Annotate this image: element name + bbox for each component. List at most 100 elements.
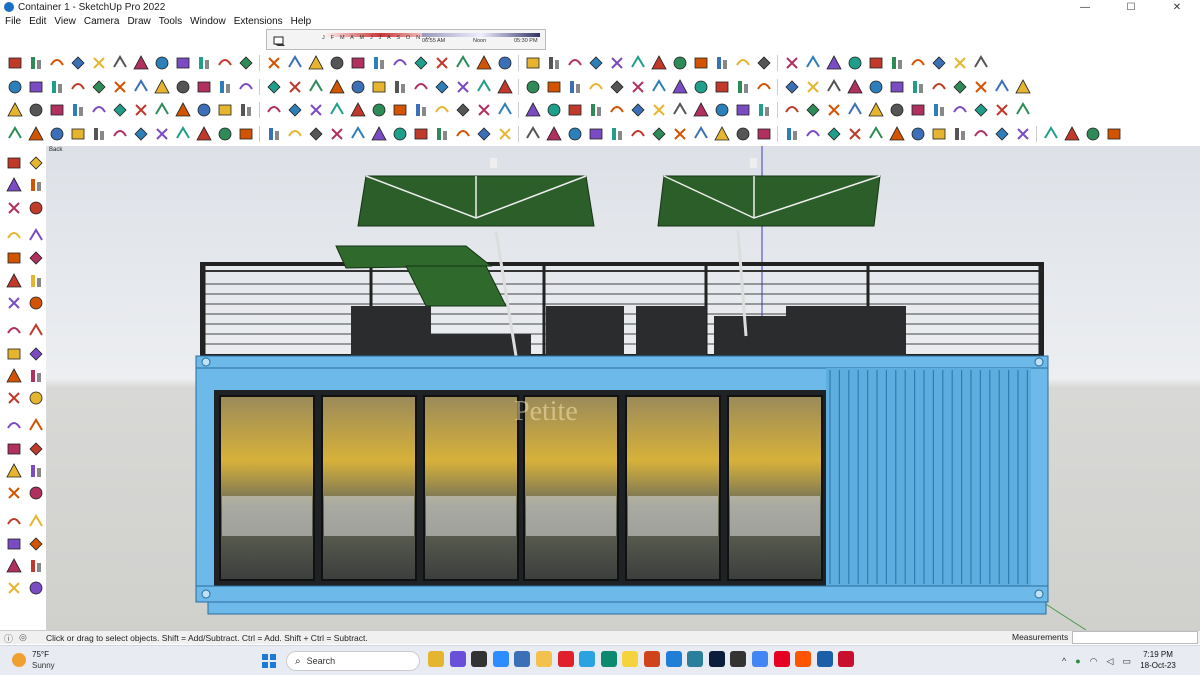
line-icon[interactable]: [524, 125, 542, 143]
line-icon[interactable]: [111, 54, 129, 72]
arc-icon[interactable]: [265, 101, 283, 119]
diamond-icon[interactable]: [972, 101, 990, 119]
cone-icon[interactable]: [132, 54, 150, 72]
arc-icon[interactable]: [216, 54, 234, 72]
line-icon[interactable]: [671, 101, 689, 119]
diamond-icon[interactable]: [265, 78, 283, 96]
diamond-icon[interactable]: [412, 54, 430, 72]
cone-icon[interactable]: [349, 101, 367, 119]
cross-icon[interactable]: [804, 78, 822, 96]
cross-icon[interactable]: [951, 54, 969, 72]
cross-icon[interactable]: [993, 101, 1011, 119]
speaker-icon[interactable]: ◁: [1107, 656, 1114, 667]
arc-icon[interactable]: [909, 54, 927, 72]
cone-icon[interactable]: [195, 125, 213, 143]
sphere-icon[interactable]: [174, 78, 192, 96]
zoom-icon[interactable]: [492, 651, 509, 667]
line-icon[interactable]: [846, 101, 864, 119]
line-icon[interactable]: [804, 54, 822, 72]
diamond-icon[interactable]: [69, 54, 87, 72]
text-icon[interactable]: [27, 417, 45, 435]
circle-icon[interactable]: [5, 272, 23, 290]
cross-icon[interactable]: [328, 125, 346, 143]
bars-icon[interactable]: [237, 101, 255, 119]
bars-icon[interactable]: [433, 125, 451, 143]
diamond-icon[interactable]: [783, 78, 801, 96]
sphere-icon[interactable]: [496, 54, 514, 72]
cube-icon[interactable]: [48, 101, 66, 119]
menu-tools[interactable]: Tools: [159, 16, 182, 27]
cross-icon[interactable]: [153, 125, 171, 143]
cone-icon[interactable]: [1063, 125, 1081, 143]
arc-icon[interactable]: [930, 78, 948, 96]
cube-icon[interactable]: [888, 78, 906, 96]
bars-icon[interactable]: [888, 54, 906, 72]
cone-icon[interactable]: [692, 101, 710, 119]
move-icon[interactable]: [5, 345, 23, 363]
cube-icon[interactable]: [349, 54, 367, 72]
cross-icon[interactable]: [825, 101, 843, 119]
component-icon[interactable]: [5, 199, 23, 217]
cube-icon[interactable]: [6, 54, 24, 72]
line-icon[interactable]: [6, 125, 24, 143]
sphere-icon[interactable]: [153, 54, 171, 72]
arc-icon[interactable]: [608, 101, 626, 119]
scale-icon[interactable]: [5, 389, 23, 407]
arc-icon[interactable]: [48, 54, 66, 72]
sphere-icon[interactable]: [328, 54, 346, 72]
diamond-icon[interactable]: [433, 78, 451, 96]
diamond-icon[interactable]: [825, 125, 843, 143]
position-camera-icon[interactable]: [27, 513, 45, 531]
cube-icon[interactable]: [755, 125, 773, 143]
bars-icon[interactable]: [265, 125, 283, 143]
sphere-icon[interactable]: [909, 125, 927, 143]
sketch-app-icon[interactable]: [600, 651, 617, 667]
cross-icon[interactable]: [1014, 125, 1032, 143]
time-slider[interactable]: [422, 33, 540, 37]
bars-icon[interactable]: [48, 78, 66, 96]
diamond-icon[interactable]: [454, 101, 472, 119]
wifi-icon[interactable]: ◠: [1090, 656, 1098, 667]
model-viewport[interactable]: Back Petite: [46, 146, 1200, 630]
cone-icon[interactable]: [671, 78, 689, 96]
arc-icon[interactable]: [755, 78, 773, 96]
menu-file[interactable]: File: [5, 16, 21, 27]
sphere-icon[interactable]: [6, 78, 24, 96]
cross-icon[interactable]: [783, 54, 801, 72]
arc-icon[interactable]: [804, 125, 822, 143]
sketchup-icon[interactable]: [816, 651, 833, 667]
arc-icon[interactable]: [286, 125, 304, 143]
cone-icon[interactable]: [475, 54, 493, 72]
arc-icon[interactable]: [951, 101, 969, 119]
cone-icon[interactable]: [153, 78, 171, 96]
cube-icon[interactable]: [545, 78, 563, 96]
cone-icon[interactable]: [6, 101, 24, 119]
telegram-icon[interactable]: [579, 651, 596, 667]
cone-icon[interactable]: [846, 78, 864, 96]
sphere-icon[interactable]: [1084, 125, 1102, 143]
bars-icon[interactable]: [755, 101, 773, 119]
cross-icon[interactable]: [629, 78, 647, 96]
vectorworks-icon[interactable]: [730, 651, 747, 667]
cube-icon[interactable]: [566, 101, 584, 119]
diamond-icon[interactable]: [804, 101, 822, 119]
arc-icon[interactable]: [566, 54, 584, 72]
folder-icon[interactable]: [535, 651, 552, 667]
arc-icon[interactable]: [783, 101, 801, 119]
pan-icon[interactable]: [27, 557, 45, 575]
bars-icon[interactable]: [545, 54, 563, 72]
freehand-icon[interactable]: [27, 227, 45, 245]
flip-icon[interactable]: [27, 389, 45, 407]
line-icon[interactable]: [993, 78, 1011, 96]
autocad-icon[interactable]: [838, 651, 855, 667]
rectangle-icon[interactable]: [5, 249, 23, 267]
arc-icon[interactable]: [629, 125, 647, 143]
cube-icon[interactable]: [692, 54, 710, 72]
cone-icon[interactable]: [370, 125, 388, 143]
cube-icon[interactable]: [734, 101, 752, 119]
bars-icon[interactable]: [783, 125, 801, 143]
cube-icon[interactable]: [867, 54, 885, 72]
cone-icon[interactable]: [524, 101, 542, 119]
protractor-icon[interactable]: [5, 440, 23, 458]
cone-icon[interactable]: [888, 125, 906, 143]
